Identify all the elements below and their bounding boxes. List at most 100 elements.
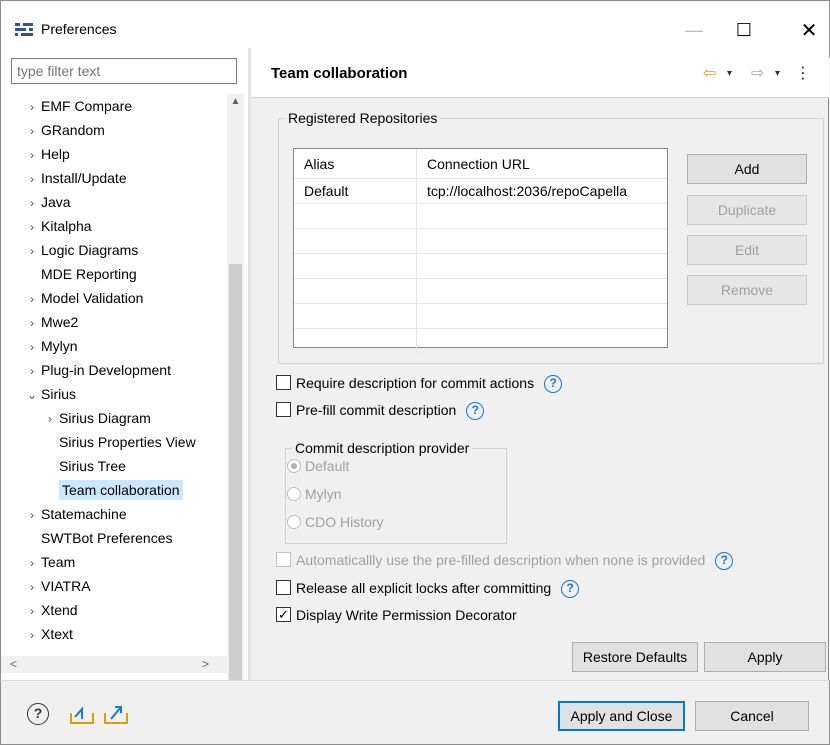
radio-button[interactable] bbox=[287, 459, 301, 473]
forward-arrow-icon[interactable]: ⇨ bbox=[751, 63, 764, 83]
chevron-right-icon[interactable]: › bbox=[23, 551, 41, 575]
column-header-connection-url[interactable]: Connection URL bbox=[417, 149, 667, 179]
minimize-button[interactable]: — bbox=[671, 11, 717, 49]
tree-item-statemachine[interactable]: › Statemachine bbox=[23, 502, 127, 526]
auto-use-checkbox[interactable] bbox=[276, 552, 291, 567]
tree-item-java[interactable]: › Java bbox=[23, 190, 71, 214]
table-header: Alias Connection URL bbox=[294, 149, 667, 179]
table-row[interactable]: Default tcp://localhost:2036/repoCapella bbox=[294, 179, 667, 204]
table-cell bbox=[417, 254, 667, 279]
back-arrow-icon[interactable]: ⇦ bbox=[703, 63, 716, 83]
tree-item-label: Xtend bbox=[41, 602, 78, 618]
tree-horizontal-scrollbar[interactable]: < > bbox=[1, 656, 227, 673]
chevron-right-icon[interactable]: › bbox=[23, 287, 41, 311]
tree-item-sirius-diagram[interactable]: › Sirius Diagram bbox=[41, 406, 151, 430]
apply-and-close-button[interactable]: Apply and Close bbox=[558, 701, 685, 731]
restore-defaults-button[interactable]: Restore Defaults bbox=[572, 642, 698, 672]
chevron-right-icon[interactable]: › bbox=[23, 503, 41, 527]
chevron-right-icon[interactable]: › bbox=[23, 359, 41, 383]
tree-item-model-validation[interactable]: › Model Validation bbox=[23, 286, 143, 310]
auto-use-description-option[interactable]: Automaticallly use the pre-filled descri… bbox=[276, 550, 734, 571]
tree-item-xtend[interactable]: › Xtend bbox=[23, 598, 78, 622]
import-icon[interactable] bbox=[69, 705, 95, 725]
duplicate-button[interactable]: Duplicate bbox=[687, 195, 807, 225]
write-permission-option[interactable]: Display Write Permission Decorator bbox=[276, 605, 517, 625]
option-label: Automaticallly use the pre-filled descri… bbox=[296, 552, 706, 568]
tree-item-sirius[interactable]: ⌄ Sirius bbox=[23, 382, 76, 406]
scroll-up-arrow-icon[interactable]: ▲ bbox=[227, 96, 244, 112]
back-dropdown-icon[interactable]: ▾ bbox=[727, 68, 732, 79]
maximize-button[interactable]: ☐ bbox=[721, 11, 767, 49]
help-icon[interactable]: ? bbox=[561, 580, 580, 599]
chevron-right-icon[interactable]: › bbox=[23, 95, 41, 119]
tree-item-grandom[interactable]: › GRandom bbox=[23, 118, 105, 142]
tree-item-help[interactable]: › Help bbox=[23, 142, 70, 166]
tree-item-swtbot-preferences[interactable]: SWTBot Preferences bbox=[23, 526, 173, 550]
tree-vertical-scrollbar[interactable]: ▲ ▼ bbox=[227, 94, 244, 700]
remove-button[interactable]: Remove bbox=[687, 275, 807, 305]
tree-item-mwe2[interactable]: › Mwe2 bbox=[23, 310, 78, 334]
radio-button[interactable] bbox=[287, 515, 301, 529]
prefill-option[interactable]: Pre-fill commit description? bbox=[276, 400, 485, 421]
require-description-checkbox[interactable] bbox=[276, 375, 291, 390]
tree-item-viatra[interactable]: › VIATRA bbox=[23, 574, 91, 598]
chevron-down-icon[interactable]: ⌄ bbox=[23, 383, 41, 407]
repositories-table[interactable]: Alias Connection URL Default tcp://local… bbox=[293, 148, 668, 354]
scroll-right-arrow-icon[interactable]: > bbox=[197, 656, 214, 673]
help-icon[interactable]: ? bbox=[466, 402, 485, 421]
tree-item-xtext[interactable]: › Xtext bbox=[23, 622, 73, 646]
provider-mylyn-radio[interactable]: Mylyn bbox=[287, 484, 342, 504]
tree-item-label: Statemachine bbox=[41, 506, 127, 522]
radio-button[interactable] bbox=[287, 487, 301, 501]
chevron-right-icon[interactable]: › bbox=[23, 239, 41, 263]
tree-item-logic-diagrams[interactable]: › Logic Diagrams bbox=[23, 238, 138, 262]
chevron-right-icon[interactable]: › bbox=[23, 191, 41, 215]
column-header-alias[interactable]: Alias bbox=[294, 149, 417, 179]
help-icon[interactable]: ? bbox=[715, 552, 734, 571]
chevron-right-icon[interactable]: › bbox=[23, 623, 41, 647]
tree-item-sirius-tree[interactable]: Sirius Tree bbox=[41, 454, 126, 478]
chevron-right-icon[interactable]: › bbox=[23, 119, 41, 143]
chevron-right-icon[interactable]: › bbox=[23, 599, 41, 623]
release-locks-checkbox[interactable] bbox=[276, 580, 291, 595]
close-button[interactable]: ✕ bbox=[786, 11, 830, 49]
chevron-right-icon[interactable]: › bbox=[23, 215, 41, 239]
edit-button[interactable]: Edit bbox=[687, 235, 807, 265]
tree-item-mylyn[interactable]: › Mylyn bbox=[23, 334, 78, 358]
tree-item-emf-compare[interactable]: › EMF Compare bbox=[23, 94, 132, 118]
chevron-right-icon[interactable]: › bbox=[23, 143, 41, 167]
chevron-right-icon[interactable]: › bbox=[23, 311, 41, 335]
export-icon[interactable] bbox=[103, 703, 129, 725]
tree-item-plugin-development[interactable]: › Plug-in Development bbox=[23, 358, 171, 382]
tree-item-kitalpha[interactable]: › Kitalpha bbox=[23, 214, 92, 238]
write-permission-checkbox[interactable] bbox=[276, 605, 291, 625]
provider-cdo-history-radio[interactable]: CDO History bbox=[287, 512, 384, 532]
chevron-right-icon[interactable]: › bbox=[41, 407, 59, 431]
apply-button[interactable]: Apply bbox=[704, 642, 826, 672]
tree-item-mde-reporting[interactable]: MDE Reporting bbox=[23, 262, 137, 286]
view-menu-icon[interactable]: ⋮ bbox=[795, 63, 811, 83]
tree-item-label: Sirius Diagram bbox=[59, 410, 151, 426]
radio-label: CDO History bbox=[305, 514, 384, 530]
table-cell bbox=[417, 329, 667, 354]
chevron-right-icon[interactable]: › bbox=[23, 575, 41, 599]
cancel-button[interactable]: Cancel bbox=[695, 701, 809, 731]
help-icon[interactable]: ? bbox=[544, 375, 563, 394]
require-description-option[interactable]: Require description for commit actions? bbox=[276, 373, 563, 394]
chevron-right-icon[interactable]: › bbox=[23, 167, 41, 191]
scroll-left-arrow-icon[interactable]: < bbox=[5, 656, 22, 673]
provider-default-radio[interactable]: Default bbox=[287, 456, 349, 476]
forward-dropdown-icon[interactable]: ▾ bbox=[775, 68, 780, 79]
add-button[interactable]: Add bbox=[687, 154, 807, 184]
help-icon[interactable]: ? bbox=[27, 703, 49, 725]
tree-item-install-update[interactable]: › Install/Update bbox=[23, 166, 127, 190]
filter-input[interactable] bbox=[11, 58, 237, 84]
tree-item-team[interactable]: › Team bbox=[23, 550, 75, 574]
tree-item-sirius-properties-view[interactable]: Sirius Properties View bbox=[41, 430, 196, 454]
prefill-checkbox[interactable] bbox=[276, 402, 291, 417]
scrollbar-thumb[interactable] bbox=[229, 264, 242, 684]
chevron-right-icon[interactable]: › bbox=[23, 335, 41, 359]
tree-item-team-collaboration[interactable]: Team collaboration bbox=[41, 478, 183, 502]
tree-item-label: Help bbox=[41, 146, 70, 162]
release-locks-option[interactable]: Release all explicit locks after committ… bbox=[276, 578, 580, 599]
